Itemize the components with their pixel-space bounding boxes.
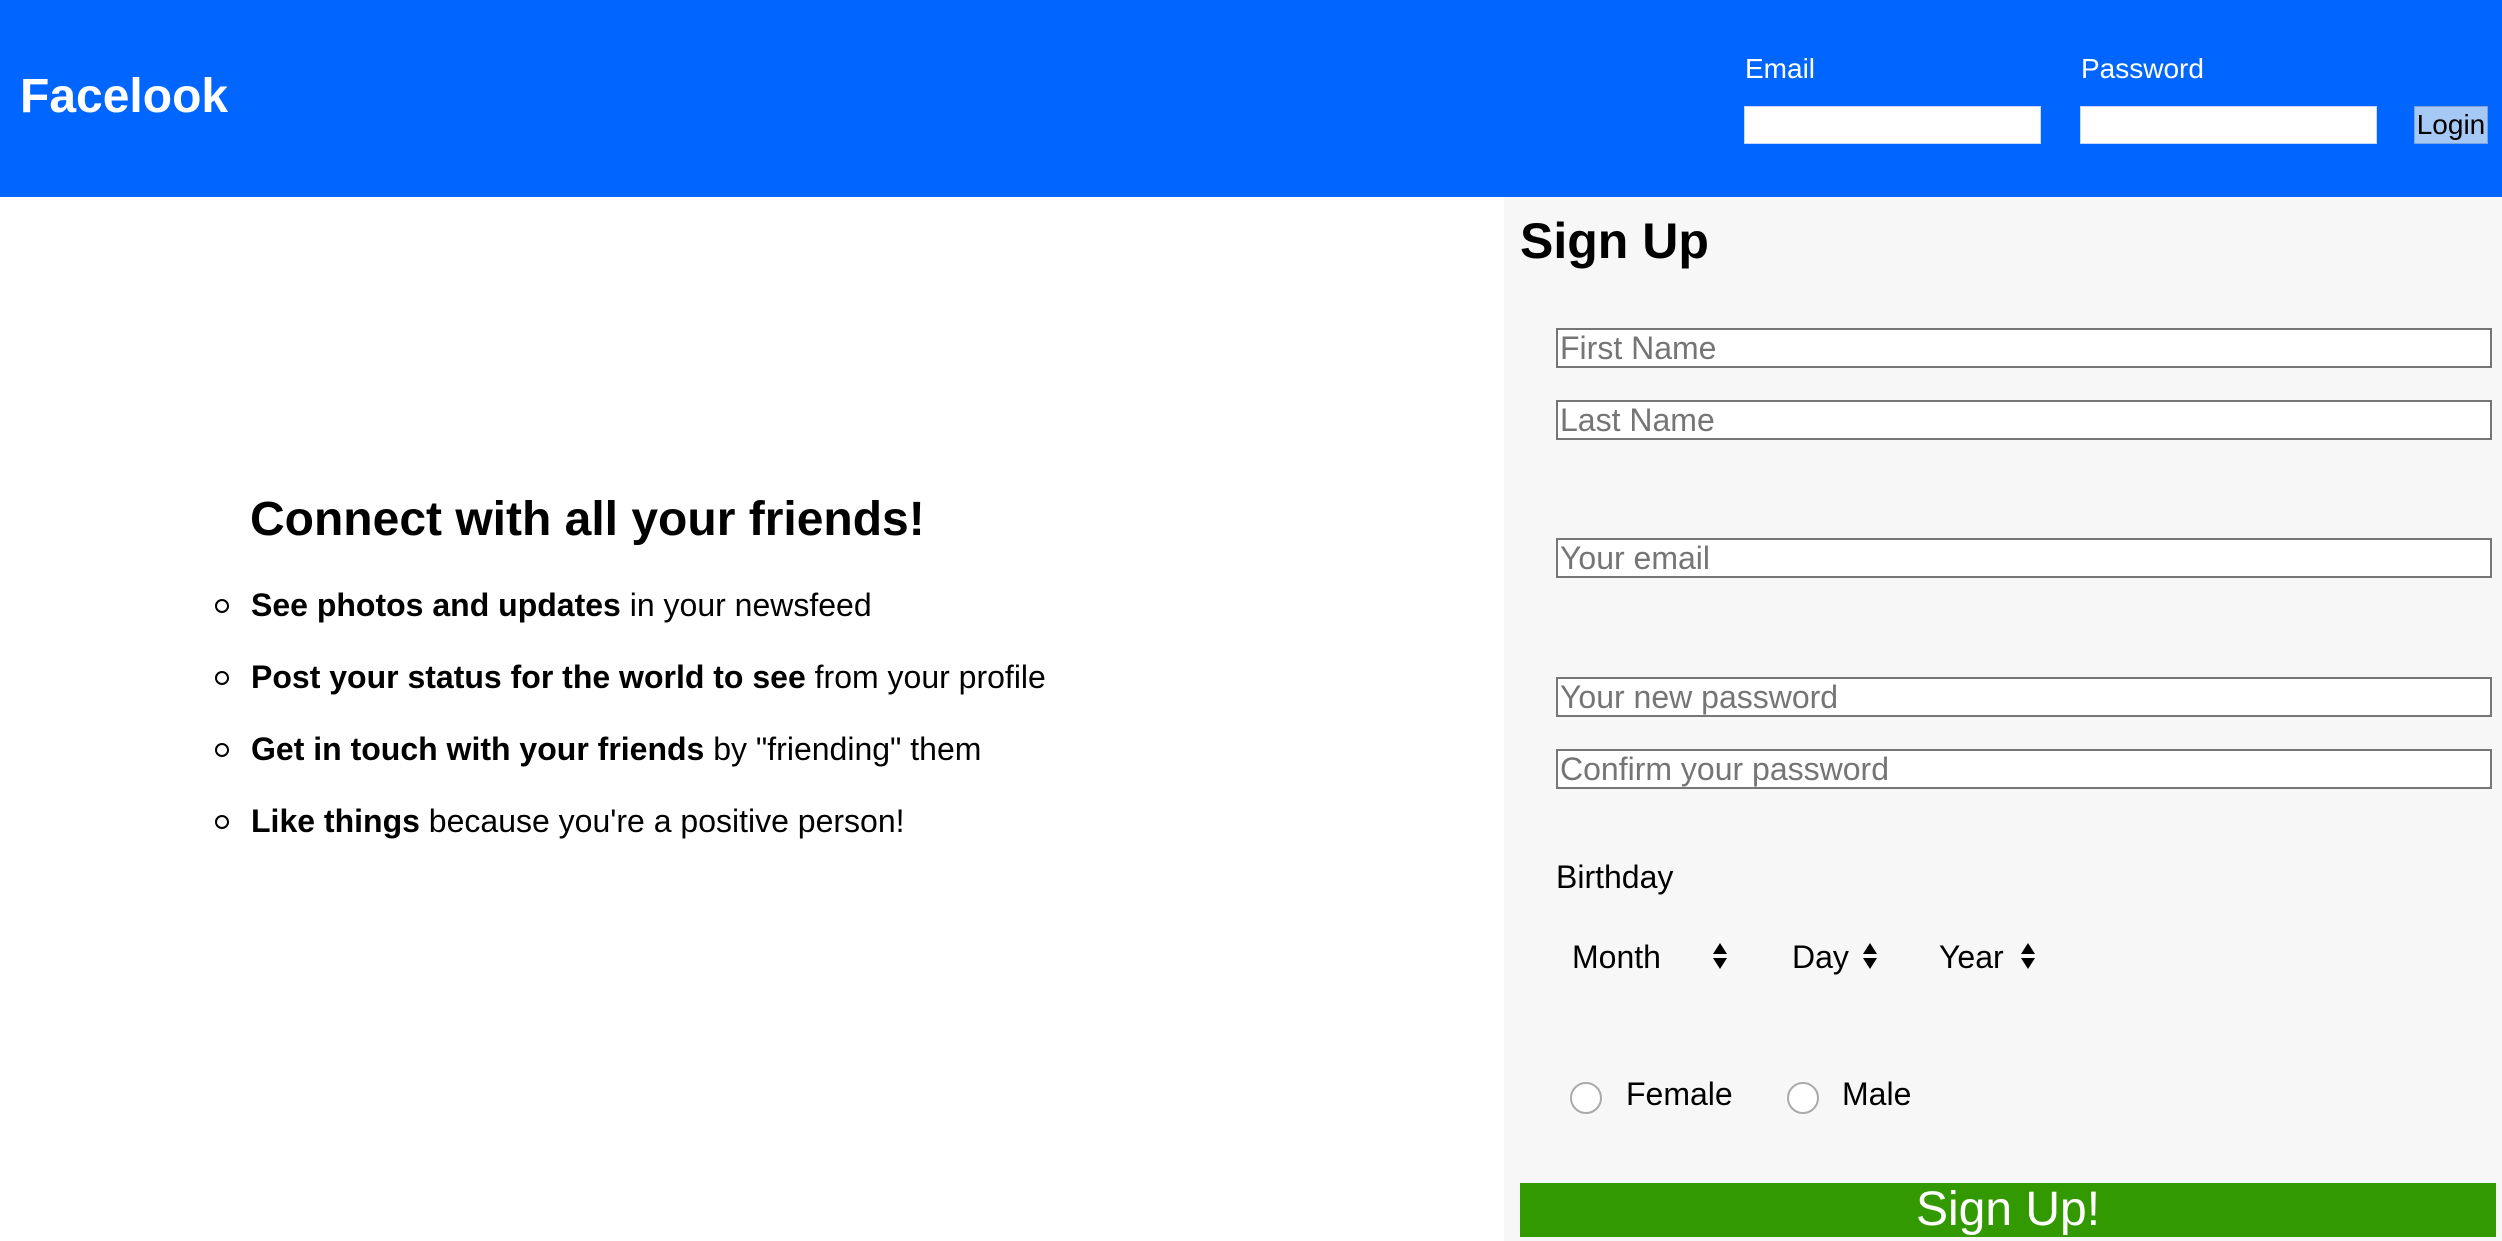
bullet-icon bbox=[215, 671, 229, 685]
feature-item: Like things because you're a positive pe… bbox=[215, 801, 1046, 873]
feature-item: Post your status for the world to see fr… bbox=[215, 657, 1046, 729]
feature-highlight: See photos and updates bbox=[251, 587, 621, 623]
top-nav-bar: Facelook Email Password Login bbox=[0, 0, 2502, 197]
select-arrows-icon bbox=[1862, 941, 1878, 973]
first-name-input[interactable] bbox=[1556, 328, 2492, 368]
bullet-icon bbox=[215, 599, 229, 613]
login-password-input[interactable] bbox=[2080, 106, 2377, 144]
birthday-label: Birthday bbox=[1556, 859, 1674, 895]
select-arrows-icon bbox=[1712, 941, 1728, 973]
feature-text: because you're a positive person! bbox=[419, 803, 905, 839]
confirm-password-input[interactable] bbox=[1556, 749, 2492, 789]
login-email-input[interactable] bbox=[1744, 106, 2041, 144]
promo-title: Connect with all your friends! bbox=[250, 493, 925, 546]
login-button[interactable]: Login bbox=[2414, 106, 2488, 144]
month-select[interactable]: Month bbox=[1572, 937, 1752, 977]
feature-item: Get in touch with your friends by "frien… bbox=[215, 729, 1046, 801]
login-email-label: Email bbox=[1745, 53, 1816, 84]
feature-text: by "friending" them bbox=[704, 731, 982, 767]
feature-text: in your newsfeed bbox=[620, 587, 872, 623]
day-select-value: Day bbox=[1792, 939, 1849, 975]
feature-item: See photos and updates in your newsfeed bbox=[215, 585, 1046, 657]
bullet-icon bbox=[215, 743, 229, 757]
bullet-icon bbox=[215, 815, 229, 829]
signup-panel: Sign Up Birthday Month Day Year Female M… bbox=[1504, 197, 2502, 1241]
feature-highlight: Like things bbox=[251, 803, 420, 839]
signup-email-input[interactable] bbox=[1556, 538, 2492, 578]
year-select-value: Year bbox=[1939, 939, 2004, 975]
feature-highlight: Post your status for the world to see bbox=[251, 659, 806, 695]
feature-list: See photos and updates in your newsfeed … bbox=[215, 585, 1046, 873]
signup-title: Sign Up bbox=[1520, 213, 1709, 269]
female-radio[interactable] bbox=[1570, 1082, 1602, 1114]
year-select[interactable]: Year bbox=[1939, 937, 2059, 977]
month-select-value: Month bbox=[1572, 939, 1661, 975]
brand-logo-text: Facelook bbox=[20, 70, 229, 123]
feature-text: from your profile bbox=[805, 659, 1046, 695]
male-label: Male bbox=[1842, 1076, 1912, 1112]
female-label: Female bbox=[1626, 1076, 1733, 1112]
last-name-input[interactable] bbox=[1556, 400, 2492, 440]
new-password-input[interactable] bbox=[1556, 677, 2492, 717]
signup-submit-button[interactable]: Sign Up! bbox=[1520, 1183, 2496, 1237]
select-arrows-icon bbox=[2020, 941, 2036, 973]
feature-highlight: Get in touch with your friends bbox=[251, 731, 705, 767]
day-select[interactable]: Day bbox=[1792, 937, 1912, 977]
male-radio[interactable] bbox=[1787, 1082, 1819, 1114]
login-password-label: Password bbox=[2081, 53, 2204, 84]
